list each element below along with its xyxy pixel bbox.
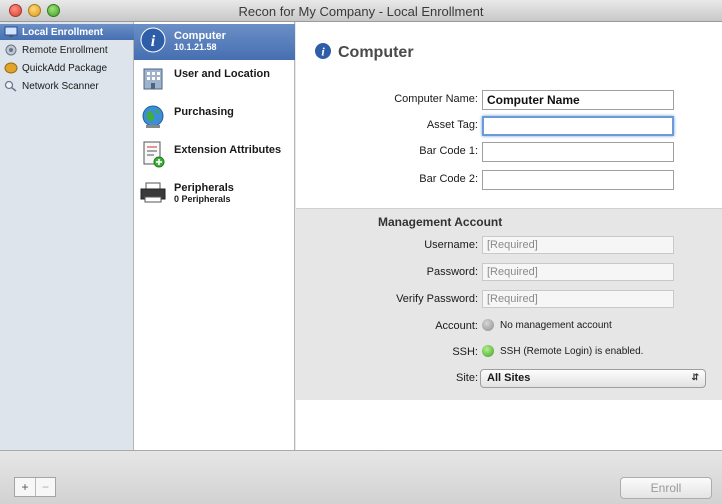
sidebar-item-label: Network Scanner xyxy=(22,80,99,92)
management-account-section: Management Account Username: [Required] … xyxy=(296,208,722,400)
bar-code-1-row: Bar Code 1: xyxy=(296,142,722,162)
category-sublabel: 0 Peripherals xyxy=(174,194,231,204)
magnifier-icon xyxy=(4,80,18,92)
category-label: Purchasing xyxy=(174,106,234,118)
computer-name-row: Computer Name: Computer Name xyxy=(296,90,722,110)
site-label: Site: xyxy=(455,372,478,384)
account-label: Account: xyxy=(435,320,478,332)
bar-code-2-label: Bar Code 2: xyxy=(419,173,478,185)
detail-header: i Computer xyxy=(314,42,414,63)
info-icon: i xyxy=(138,26,168,54)
category-label: User and Location xyxy=(174,68,270,80)
ssh-status-text: SSH (Remote Login) is enabled. xyxy=(500,346,644,357)
sidebar-item-label: QuickAdd Package xyxy=(22,62,108,74)
category-extension-attributes[interactable]: Extension Attributes xyxy=(134,138,295,174)
bar-code-1-field[interactable] xyxy=(482,142,674,162)
category-label: Extension Attributes xyxy=(174,144,282,156)
printer-icon xyxy=(138,178,168,206)
enroll-button[interactable]: Enroll xyxy=(620,477,712,499)
building-icon xyxy=(138,64,168,92)
account-status-indicator xyxy=(482,319,494,331)
detail-pane: i Computer Computer Name: Computer Name … xyxy=(296,22,722,450)
category-label: Peripherals xyxy=(174,182,234,194)
sidebar: Local Enrollment Remote Enrollment Quick… xyxy=(0,22,134,450)
info-icon: i xyxy=(314,42,332,63)
window-title: Recon for My Company - Local Enrollment xyxy=(238,4,484,19)
document-add-icon xyxy=(138,140,168,168)
category-user-and-location[interactable]: User and Location xyxy=(134,62,295,98)
page-title: Computer xyxy=(338,43,414,61)
bottom-toolbar: + − Enroll xyxy=(0,450,722,504)
network-icon xyxy=(4,44,18,56)
title-bar: Recon for My Company - Local Enrollment xyxy=(0,0,722,22)
sidebar-item-label: Local Enrollment xyxy=(22,26,104,38)
password-field[interactable]: [Required] xyxy=(482,263,674,281)
up-down-arrows-icon: ⇵ xyxy=(691,372,699,382)
asset-tag-label: Asset Tag: xyxy=(426,119,478,131)
verify-password-field[interactable]: [Required] xyxy=(482,290,674,308)
asset-tag-row: Asset Tag: xyxy=(296,116,722,136)
sidebar-item-remote-enrollment[interactable]: Remote Enrollment xyxy=(0,42,134,58)
username-label: Username: xyxy=(424,239,478,251)
add-button[interactable]: + xyxy=(15,478,35,496)
bar-code-1-label: Bar Code 1: xyxy=(419,145,478,157)
package-icon xyxy=(4,62,18,74)
add-remove-control: + − xyxy=(14,477,56,497)
site-dropdown[interactable]: All Sites ⇵ xyxy=(480,369,706,388)
category-sublabel: 10.1.21.58 xyxy=(174,42,217,52)
category-list: i Computer 10.1.21.58 User and Location … xyxy=(134,22,295,450)
remove-button[interactable]: − xyxy=(34,478,55,496)
category-label: Computer xyxy=(174,30,226,42)
account-status-text: No management account xyxy=(500,320,612,331)
management-account-heading: Management Account xyxy=(378,215,503,229)
monitor-icon xyxy=(4,26,18,38)
computer-name-field[interactable]: Computer Name xyxy=(482,90,674,110)
bar-code-2-field[interactable] xyxy=(482,170,674,190)
globe-icon xyxy=(138,102,168,130)
verify-password-label: Verify Password: xyxy=(396,293,478,305)
computer-name-label: Computer Name: xyxy=(394,93,478,105)
category-purchasing[interactable]: Purchasing xyxy=(134,100,295,136)
sidebar-item-local-enrollment[interactable]: Local Enrollment xyxy=(0,24,134,40)
sidebar-item-label: Remote Enrollment xyxy=(22,44,108,56)
category-computer[interactable]: i Computer 10.1.21.58 xyxy=(134,24,295,60)
ssh-label: SSH: xyxy=(452,346,478,358)
asset-tag-field[interactable] xyxy=(482,116,674,136)
sidebar-item-network-scanner[interactable]: Network Scanner xyxy=(0,78,134,94)
site-dropdown-value: All Sites xyxy=(487,372,531,384)
password-label: Password: xyxy=(426,266,478,278)
username-field[interactable]: [Required] xyxy=(482,236,674,254)
ssh-status-indicator xyxy=(482,345,494,357)
svg-text:i: i xyxy=(151,33,156,50)
category-peripherals[interactable]: Peripherals 0 Peripherals xyxy=(134,176,295,212)
sidebar-item-quickadd-package[interactable]: QuickAdd Package xyxy=(0,60,134,76)
bar-code-2-row: Bar Code 2: xyxy=(296,170,722,190)
